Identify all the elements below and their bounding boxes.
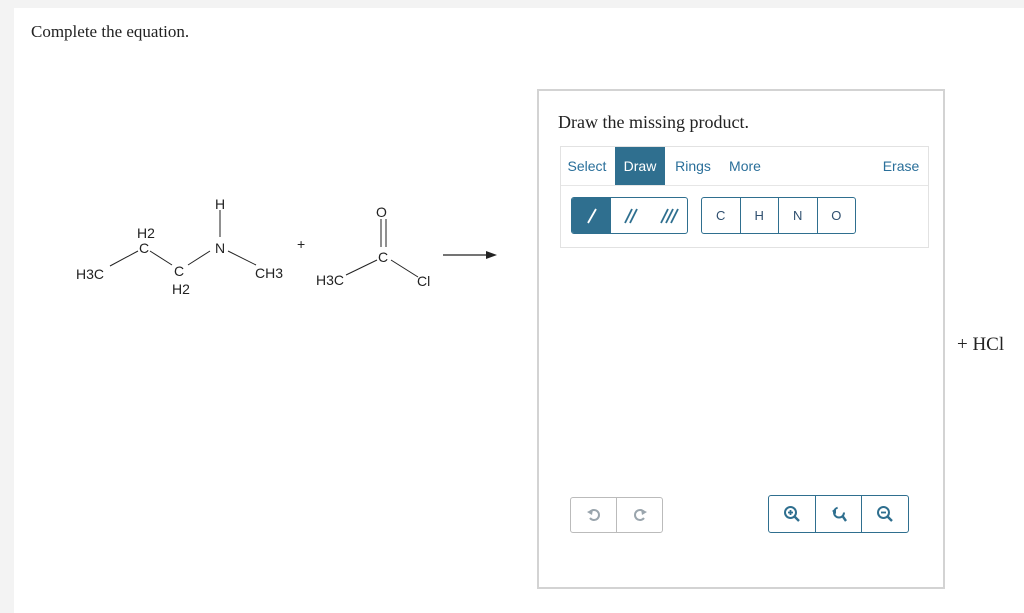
redo-icon xyxy=(633,509,647,521)
r1-ch2-bottom-h: H2 xyxy=(172,281,190,297)
atom-c-button[interactable]: C xyxy=(702,198,741,233)
reactant-1 xyxy=(109,210,257,267)
reset-zoom-button[interactable] xyxy=(814,496,862,532)
zoom-in-button[interactable] xyxy=(769,496,815,532)
plus-sign: + xyxy=(297,236,305,252)
question-text: Complete the equation. xyxy=(31,22,190,41)
draw-tool-row: C H N O xyxy=(561,185,928,248)
erase-button[interactable]: Erase xyxy=(877,147,925,185)
r2-oxygen: O xyxy=(376,204,387,220)
undo-button[interactable] xyxy=(571,498,616,532)
tab-rings[interactable]: Rings xyxy=(671,147,715,185)
reactant-2 xyxy=(345,219,419,278)
bond-tool-group xyxy=(571,197,688,234)
sketcher-prompt: Draw the missing product. xyxy=(558,112,749,132)
single-bond-button[interactable] xyxy=(572,198,611,233)
reset-zoom-icon xyxy=(831,506,847,522)
r1-ch2-top-h: H2 xyxy=(137,225,155,241)
undo-icon xyxy=(586,509,600,521)
triple-bond-button[interactable] xyxy=(650,198,687,233)
r1-ch3: CH3 xyxy=(255,265,283,281)
r1-h3c: H3C xyxy=(76,266,104,282)
atom-h-button[interactable]: H xyxy=(741,198,779,233)
r2-chlorine: Cl xyxy=(417,273,430,289)
reaction-scheme: H3C H2 C C H2 N H CH3 + H3C C O Cl xyxy=(60,185,510,310)
atom-tool-group: C H N O xyxy=(701,197,856,234)
undo-redo-group xyxy=(570,497,663,533)
atom-o-button[interactable]: O xyxy=(818,198,856,233)
double-bond-icon xyxy=(623,208,638,223)
zoom-out-icon xyxy=(877,506,894,522)
zoom-in-icon xyxy=(783,506,800,522)
r2-carbonyl-c: C xyxy=(378,249,388,265)
sketcher-toolbar: Select Draw Rings More Erase C H N O xyxy=(560,146,929,248)
single-bond-icon xyxy=(586,208,597,223)
triple-bond-icon xyxy=(659,208,679,223)
redo-button[interactable] xyxy=(616,498,662,532)
zoom-tool-group xyxy=(768,495,909,533)
zoom-out-button[interactable] xyxy=(861,496,908,532)
r1-ch2-top-c: C xyxy=(139,240,149,256)
toolbar-tabs: Select Draw Rings More Erase xyxy=(561,147,928,186)
r1-n-hydrogen: H xyxy=(215,196,225,212)
reaction-arrow xyxy=(443,251,497,259)
tab-more[interactable]: More xyxy=(725,147,765,185)
tab-draw[interactable]: Draw xyxy=(615,147,665,185)
r1-ch2-bottom-c: C xyxy=(174,263,184,279)
r1-nitrogen: N xyxy=(215,240,225,256)
byproduct-text: + HCl xyxy=(957,334,1005,355)
atom-n-button[interactable]: N xyxy=(779,198,818,233)
tab-select[interactable]: Select xyxy=(561,147,613,185)
structure-sketcher: Draw the missing product. Select Draw Ri… xyxy=(537,89,945,589)
double-bond-button[interactable] xyxy=(611,198,650,233)
r2-h3c: H3C xyxy=(316,272,344,288)
